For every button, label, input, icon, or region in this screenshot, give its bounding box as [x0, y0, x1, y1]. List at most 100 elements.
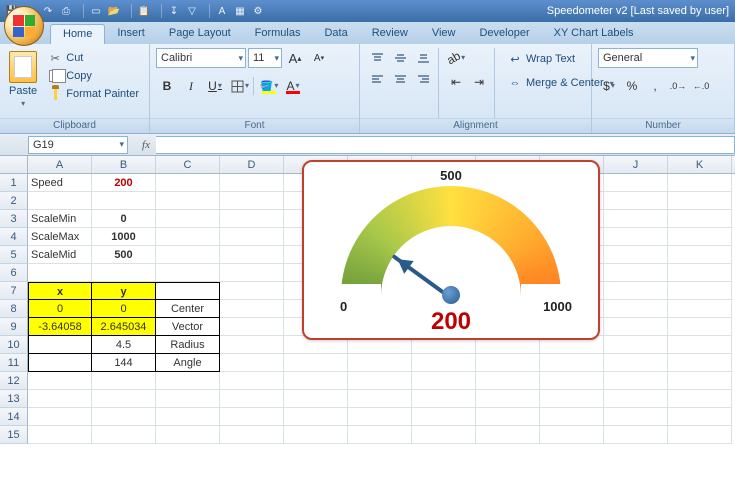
name-box[interactable]: G19 — [28, 136, 128, 154]
cell-E13[interactable] — [284, 390, 348, 408]
cell-A6[interactable] — [28, 264, 92, 282]
cell-K9[interactable] — [668, 318, 732, 336]
cell-D10[interactable] — [220, 336, 284, 354]
cell-K8[interactable] — [668, 300, 732, 318]
cell-J7[interactable] — [604, 282, 668, 300]
cell-B15[interactable] — [92, 426, 156, 444]
cell-C11[interactable]: Angle — [156, 354, 220, 372]
orientation-button[interactable]: ab — [445, 48, 467, 68]
cell-J2[interactable] — [604, 192, 668, 210]
row-header-13[interactable]: 13 — [0, 390, 28, 408]
cell-I11[interactable] — [540, 354, 604, 372]
italic-button[interactable]: I — [180, 76, 202, 96]
cell-A8[interactable]: 0 — [28, 300, 92, 318]
cell-K12[interactable] — [668, 372, 732, 390]
decrease-indent-button[interactable]: ⇤ — [445, 72, 467, 92]
cell-B4[interactable]: 1000 — [92, 228, 156, 246]
cell-A7[interactable]: x — [28, 282, 92, 300]
cell-D6[interactable] — [220, 264, 284, 282]
number-format-combo[interactable]: General — [598, 48, 698, 68]
tab-formulas[interactable]: Formulas — [243, 24, 313, 44]
cell-I12[interactable] — [540, 372, 604, 390]
row-header-15[interactable]: 15 — [0, 426, 28, 444]
cell-G13[interactable] — [412, 390, 476, 408]
chart-icon[interactable]: ▦ — [232, 3, 248, 19]
cell-C5[interactable] — [156, 246, 220, 264]
cell-F11[interactable] — [348, 354, 412, 372]
cell-B7[interactable]: y — [92, 282, 156, 300]
formula-input[interactable] — [156, 136, 735, 154]
cell-H15[interactable] — [476, 426, 540, 444]
tab-developer[interactable]: Developer — [467, 24, 541, 44]
cell-J10[interactable] — [604, 336, 668, 354]
cell-D13[interactable] — [220, 390, 284, 408]
decrease-decimal-button[interactable]: ←.0 — [690, 76, 712, 96]
cell-A13[interactable] — [28, 390, 92, 408]
cell-G11[interactable] — [412, 354, 476, 372]
row-header-7[interactable]: 7 — [0, 282, 28, 300]
col-header-B[interactable]: B — [92, 156, 156, 173]
cell-C6[interactable] — [156, 264, 220, 282]
cell-H12[interactable] — [476, 372, 540, 390]
col-header-A[interactable]: A — [28, 156, 92, 173]
cell-J13[interactable] — [604, 390, 668, 408]
cell-F14[interactable] — [348, 408, 412, 426]
tab-view[interactable]: View — [420, 24, 468, 44]
row-header-2[interactable]: 2 — [0, 192, 28, 210]
cell-D1[interactable] — [220, 174, 284, 192]
cell-I15[interactable] — [540, 426, 604, 444]
cell-D5[interactable] — [220, 246, 284, 264]
cell-C1[interactable] — [156, 174, 220, 192]
row-header-5[interactable]: 5 — [0, 246, 28, 264]
cell-J9[interactable] — [604, 318, 668, 336]
cell-C3[interactable] — [156, 210, 220, 228]
paste-icon[interactable]: 📋 — [136, 3, 152, 19]
col-header-C[interactable]: C — [156, 156, 220, 173]
col-header-K[interactable]: K — [668, 156, 732, 173]
increase-indent-button[interactable]: ⇥ — [468, 72, 490, 92]
cell-A3[interactable]: ScaleMin — [28, 210, 92, 228]
cell-K14[interactable] — [668, 408, 732, 426]
cell-D9[interactable] — [220, 318, 284, 336]
cell-A15[interactable] — [28, 426, 92, 444]
cell-A2[interactable] — [28, 192, 92, 210]
cell-D4[interactable] — [220, 228, 284, 246]
cell-F12[interactable] — [348, 372, 412, 390]
cell-K7[interactable] — [668, 282, 732, 300]
font-color-button[interactable]: A — [282, 76, 304, 96]
cell-A11[interactable] — [28, 354, 92, 372]
cell-B14[interactable] — [92, 408, 156, 426]
increase-decimal-button[interactable]: .0→ — [667, 76, 689, 96]
row-header-9[interactable]: 9 — [0, 318, 28, 336]
cell-C10[interactable]: Radius — [156, 336, 220, 354]
cell-F15[interactable] — [348, 426, 412, 444]
row-header-14[interactable]: 14 — [0, 408, 28, 426]
cell-K15[interactable] — [668, 426, 732, 444]
cell-K3[interactable] — [668, 210, 732, 228]
cell-C2[interactable] — [156, 192, 220, 210]
align-left-button[interactable] — [366, 69, 388, 89]
cell-D12[interactable] — [220, 372, 284, 390]
col-header-J[interactable]: J — [604, 156, 668, 173]
cell-A9[interactable]: -3.64058 — [28, 318, 92, 336]
col-header-D[interactable]: D — [220, 156, 284, 173]
office-button[interactable] — [4, 6, 44, 46]
cell-G15[interactable] — [412, 426, 476, 444]
speedometer-chart[interactable]: 500 0 1000 200 — [302, 160, 600, 340]
a-icon[interactable]: A — [214, 3, 230, 19]
cell-F13[interactable] — [348, 390, 412, 408]
cell-H11[interactable] — [476, 354, 540, 372]
cell-K1[interactable] — [668, 174, 732, 192]
shrink-font-button[interactable]: A▾ — [308, 48, 330, 68]
cell-K5[interactable] — [668, 246, 732, 264]
font-size-combo[interactable]: 11 — [248, 48, 282, 68]
cell-G12[interactable] — [412, 372, 476, 390]
cell-K10[interactable] — [668, 336, 732, 354]
tab-page-layout[interactable]: Page Layout — [157, 24, 243, 44]
open-icon[interactable]: 📂 — [106, 3, 122, 19]
tab-insert[interactable]: Insert — [105, 24, 157, 44]
align-bottom-button[interactable] — [412, 48, 434, 68]
cell-A12[interactable] — [28, 372, 92, 390]
comma-format-button[interactable]: , — [644, 76, 666, 96]
copy-button[interactable]: Copy — [44, 68, 143, 84]
